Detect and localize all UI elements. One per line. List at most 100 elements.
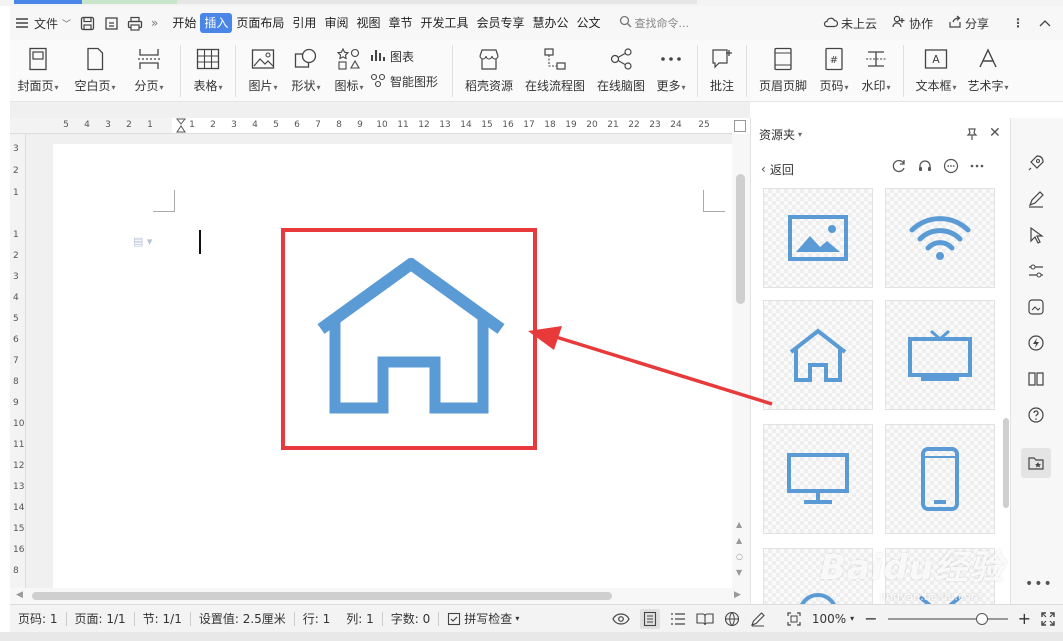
collaborate-button[interactable]: 协作 — [885, 11, 937, 35]
reading-view-icon[interactable] — [696, 612, 714, 626]
status-word-count[interactable]: 字数: 0 — [383, 610, 439, 627]
cover-page-button[interactable]: 封面页▾ — [10, 40, 66, 100]
chevron-left-icon[interactable]: ‹ — [761, 162, 766, 176]
resource-tile-monitor[interactable] — [763, 424, 873, 534]
zoom-slider[interactable] — [887, 612, 1008, 625]
smartart-button[interactable]: 智能图形 — [370, 73, 446, 90]
fullscreen-icon[interactable] — [1041, 611, 1055, 626]
spell-check-button[interactable]: 拼写检查 ▾ — [439, 610, 527, 627]
wordart-button[interactable]: 艺术字▾ — [962, 40, 1014, 100]
document-page[interactable]: ▤ ▾ — [53, 144, 733, 594]
fit-page-icon[interactable] — [786, 611, 802, 627]
eye-protection-icon[interactable] — [612, 612, 630, 626]
tab-view[interactable]: 视图 — [352, 13, 384, 33]
panel-scroll-thumb[interactable] — [1003, 418, 1009, 508]
horizontal-ruler[interactable]: 5 4 3 2 1 1 2 3 4 5 6 7 8 9 10 11 12 13 … — [10, 118, 732, 134]
tab-smart-office[interactable]: 慧办公 — [529, 13, 573, 33]
scroll-left-icon[interactable]: ◀ — [16, 590, 23, 600]
tab-home[interactable]: 开始 — [168, 13, 200, 33]
scroll-up-icon[interactable]: ▲ — [736, 520, 742, 529]
scroll-select-object-icon[interactable]: ○ — [736, 552, 743, 561]
tab-chapter[interactable]: 章节 — [384, 13, 416, 33]
help-icon[interactable] — [1025, 404, 1047, 426]
print-button[interactable] — [123, 11, 147, 35]
headset-icon[interactable] — [917, 158, 933, 174]
pin-icon[interactable] — [965, 127, 979, 141]
watermark-button[interactable]: 水印▾ — [855, 40, 897, 100]
more-quick-access-button[interactable]: » — [147, 11, 162, 35]
page-view-button[interactable] — [639, 608, 660, 629]
scroll-right-icon[interactable]: ▶ — [734, 590, 741, 600]
textbox-button[interactable]: A 文本框▾ — [910, 40, 962, 100]
collapse-ribbon-button[interactable] — [1032, 11, 1055, 35]
export-button[interactable] — [99, 11, 123, 35]
document-horizontal-scrollbar[interactable]: ◀ ▶ — [10, 588, 750, 604]
more-horizontal-icon[interactable]: ••• — [1025, 576, 1053, 592]
tab-member[interactable]: 会员专享 — [473, 13, 529, 33]
cursor-select-icon[interactable] — [1025, 224, 1047, 246]
comment-button[interactable]: 批注 — [704, 40, 740, 100]
window-tab[interactable] — [177, 0, 697, 4]
indent-marker-icon[interactable] — [176, 118, 186, 133]
scroll-thumb[interactable] — [736, 174, 745, 304]
resource-tile-picture[interactable] — [763, 188, 873, 288]
status-page-number[interactable]: 页码: 1 — [10, 610, 66, 627]
document-vertical-scrollbar[interactable]: ▲ ▲ ○ ▼ — [732, 134, 750, 588]
resource-tile-smartphone[interactable] — [885, 424, 995, 534]
vertical-ruler[interactable]: 3 2 1 1 2 3 4 5 6 7 8 9 10 11 12 13 14 1… — [10, 134, 26, 594]
resource-tile-home[interactable] — [763, 300, 873, 410]
writing-mode-icon[interactable] — [750, 611, 766, 627]
rocket-icon[interactable] — [1025, 152, 1047, 174]
scroll-prev-page-icon[interactable]: ▲ — [736, 536, 742, 545]
save-button[interactable] — [75, 11, 99, 35]
zoom-in-button[interactable]: + — [1018, 609, 1031, 628]
docer-resources-button[interactable]: 稻壳资源 — [459, 40, 519, 100]
shape-button[interactable]: 形状▾ — [284, 40, 328, 100]
book-open-icon[interactable] — [1025, 368, 1047, 390]
scroll-thumb[interactable] — [32, 592, 612, 600]
resource-tile-tv[interactable] — [885, 300, 995, 410]
online-mindmap-button[interactable]: 在线脑图 — [591, 40, 651, 100]
command-search[interactable]: 查找命令... — [619, 15, 729, 31]
window-tab[interactable] — [82, 0, 177, 4]
tab-page-layout[interactable]: 页面布局 — [232, 13, 288, 33]
table-button[interactable]: 表格▾ — [187, 40, 229, 100]
image-gallery-icon[interactable] — [1025, 296, 1047, 318]
paragraph-layout-icon[interactable]: ▤ ▾ — [133, 235, 152, 248]
page-break-button[interactable]: 分页▾ — [124, 40, 174, 100]
cloud-status-button[interactable]: 未上云 — [816, 11, 881, 35]
icon-button[interactable]: 图标▾ — [328, 40, 370, 100]
back-button[interactable]: 返回 — [770, 161, 794, 178]
status-section[interactable]: 节: 1/1 — [135, 610, 190, 627]
resource-folder-icon[interactable] — [1021, 448, 1051, 478]
share-button[interactable]: 分享 — [941, 11, 993, 35]
outline-view-icon[interactable] — [670, 612, 686, 626]
resource-tile-wifi[interactable] — [885, 188, 995, 288]
zoom-level[interactable]: 100% — [812, 612, 846, 626]
document-area[interactable]: ▤ ▾ — [26, 134, 733, 594]
status-column[interactable]: 列: 1 — [338, 610, 382, 627]
page-number-button[interactable]: # 页码▾ — [813, 40, 855, 100]
chart-button[interactable]: 图表 — [370, 48, 446, 65]
status-pages[interactable]: 页面: 1/1 — [67, 610, 134, 627]
window-tab-active[interactable] — [14, 0, 82, 4]
more-insert-button[interactable]: 更多▾ — [651, 40, 691, 100]
pen-icon[interactable] — [1025, 188, 1047, 210]
zoom-out-button[interactable]: − — [864, 609, 877, 628]
more-options-button[interactable]: ⋮ — [1005, 11, 1028, 35]
file-menu-button[interactable]: 文件 ﹀ — [10, 11, 75, 35]
scroll-next-page-icon[interactable]: ▼ — [736, 568, 742, 577]
status-row[interactable]: 行: 1 — [295, 610, 339, 627]
online-flowchart-button[interactable]: 在线流程图 — [519, 40, 591, 100]
zoom-slider-knob[interactable] — [975, 612, 988, 625]
tab-references[interactable]: 引用 — [288, 13, 320, 33]
home-icon[interactable] — [315, 258, 505, 418]
picture-button[interactable]: 图片▾ — [242, 40, 284, 100]
resource-panel-title[interactable]: 资源夹 — [759, 126, 795, 143]
more-horizontal-icon[interactable] — [969, 158, 985, 174]
tab-developer[interactable]: 开发工具 — [416, 13, 472, 33]
close-icon[interactable]: ✕ — [989, 125, 1001, 141]
ruler-toggle-icon[interactable] — [734, 120, 746, 132]
header-footer-button[interactable]: 页眉页脚 — [753, 40, 813, 100]
status-setting[interactable]: 设置值: 2.5厘米 — [191, 610, 294, 627]
